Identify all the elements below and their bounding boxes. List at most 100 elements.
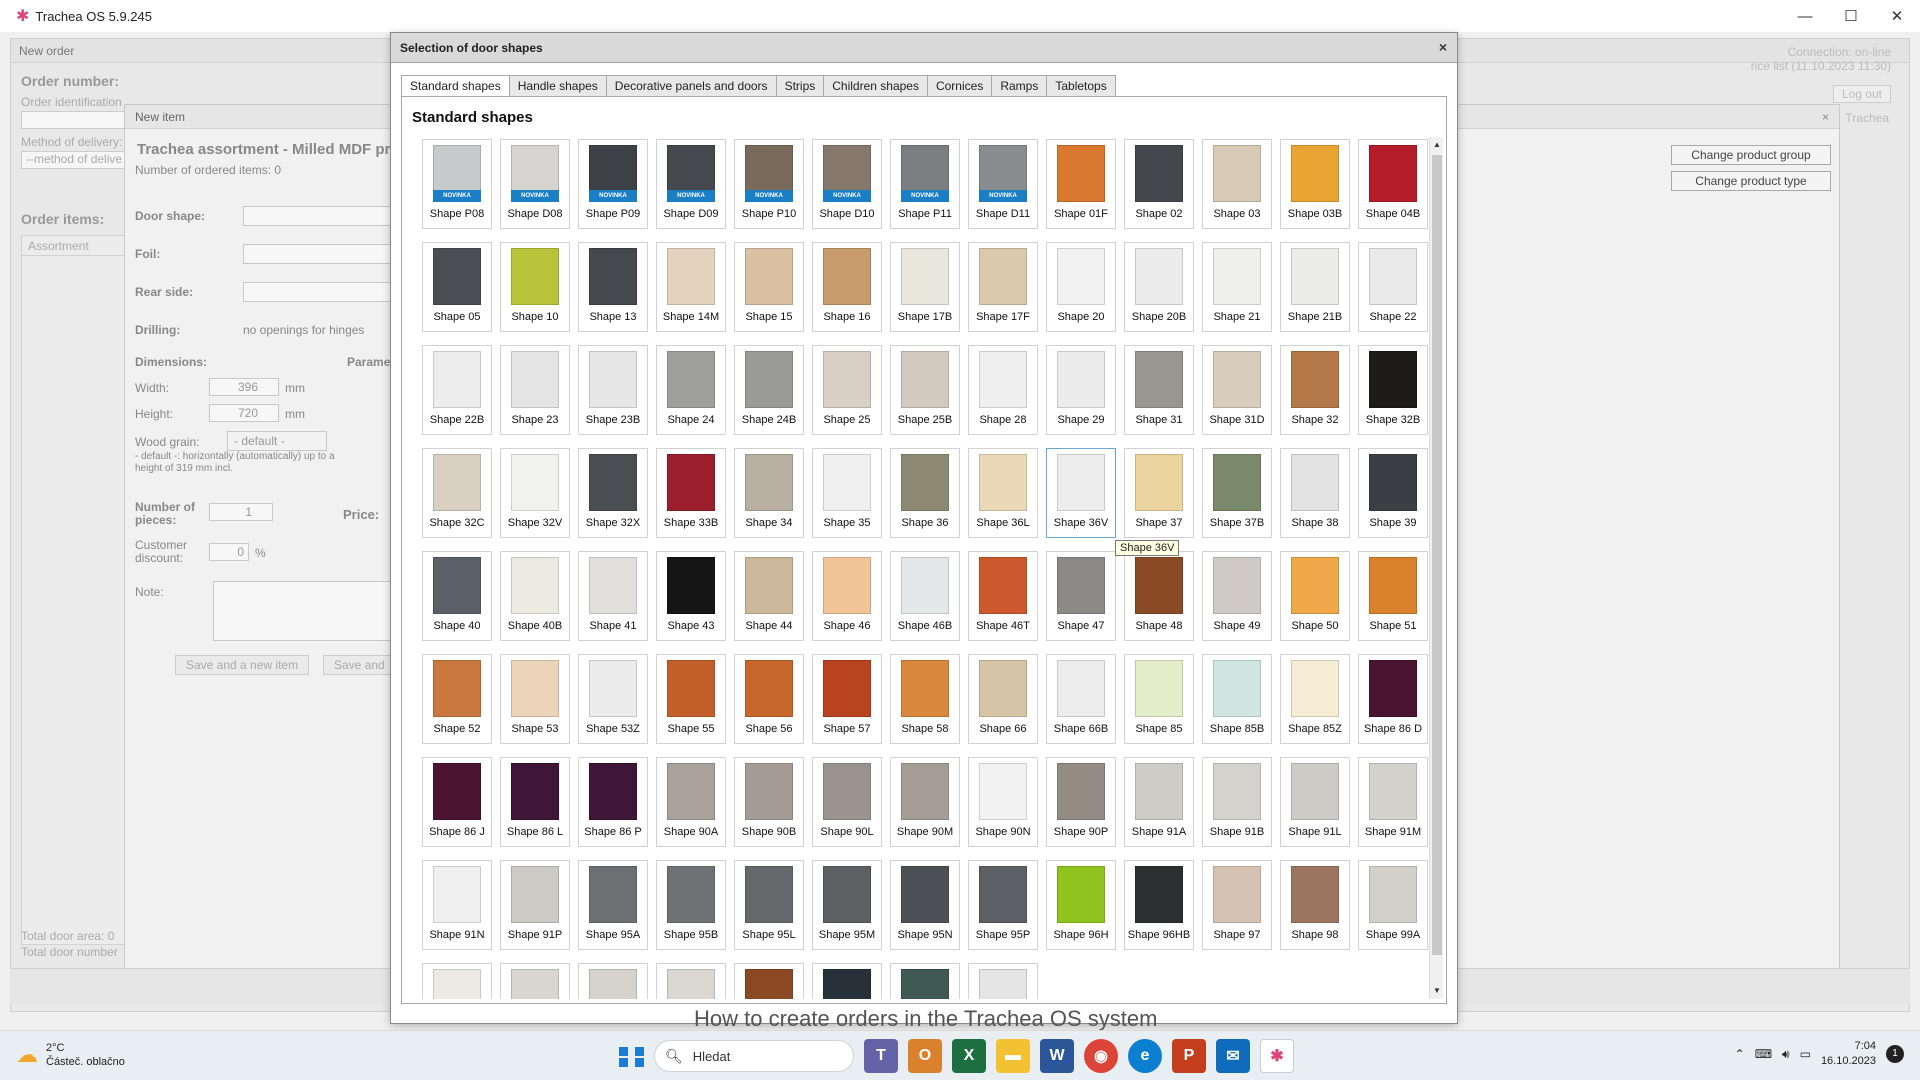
pieces-spinner[interactable]: 1 [209,503,273,521]
shape-tile[interactable]: Shape 66 [968,654,1038,744]
shape-tile[interactable]: Shape 46B [890,551,960,641]
shape-tile[interactable]: Shape 90P [1046,757,1116,847]
shape-tile[interactable]: Shape 91L [1280,757,1350,847]
shape-tile[interactable]: Shape 03B [1280,139,1350,229]
shape-tile[interactable]: Shape 99A [1358,860,1428,950]
shape-tile[interactable]: Shape 56 [734,654,804,744]
tab-handle-shapes[interactable]: Handle shapes [508,75,607,97]
teams-icon[interactable]: T [864,1039,898,1073]
shape-tile[interactable] [500,963,570,999]
shape-tile[interactable]: Shape 52 [422,654,492,744]
network-icon[interactable]: ⌨ [1755,1047,1772,1061]
powerpoint-icon[interactable]: P [1172,1039,1206,1073]
shape-tile[interactable]: Shape 28 [968,345,1038,435]
word-icon[interactable]: W [1040,1039,1074,1073]
width-spinner[interactable]: 396 [209,378,279,396]
shape-tile[interactable]: Shape 58 [890,654,960,744]
shape-tile[interactable]: Shape 32C [422,448,492,538]
shape-tile[interactable]: Shape 86 D [1358,654,1428,744]
shape-tile[interactable]: Shape 21 [1202,242,1272,332]
shape-tile[interactable]: NOVINKA Shape P11 [890,139,960,229]
shape-tile[interactable] [812,963,882,999]
shape-tile[interactable]: Shape 36V [1046,448,1116,538]
shape-tile[interactable]: Shape 17F [968,242,1038,332]
shape-tile[interactable] [890,963,960,999]
shape-tile[interactable]: Shape 90N [968,757,1038,847]
shape-tile[interactable]: Shape 05 [422,242,492,332]
shape-tile[interactable] [578,963,648,999]
shape-tile[interactable]: Shape 91A [1124,757,1194,847]
shape-tile[interactable]: Shape 13 [578,242,648,332]
shape-tile[interactable]: Shape 51 [1358,551,1428,641]
order-identification-input[interactable] [21,111,129,129]
trachea-link[interactable]: Trachea [1845,111,1889,125]
shape-tile[interactable]: Shape 22 [1358,242,1428,332]
shape-tile[interactable]: Shape 20B [1124,242,1194,332]
shape-tile[interactable]: Shape 86 J [422,757,492,847]
shape-tile[interactable]: Shape 25B [890,345,960,435]
shape-tile[interactable]: Shape 57 [812,654,882,744]
shape-tile[interactable]: Shape 53Z [578,654,648,744]
shape-tile[interactable]: Shape 24B [734,345,804,435]
shape-tile[interactable]: Shape 10 [500,242,570,332]
shape-tile[interactable]: NOVINKA Shape D08 [500,139,570,229]
change-product-group-button[interactable]: Change product group [1671,145,1831,165]
shape-tile[interactable]: Shape 03 [1202,139,1272,229]
shape-tile[interactable]: Shape 96HB [1124,860,1194,950]
shape-tile[interactable]: Shape 98 [1280,860,1350,950]
note-textarea[interactable] [213,581,393,641]
shape-tile[interactable] [656,963,726,999]
shape-tile[interactable]: Shape 48 [1124,551,1194,641]
shape-tile[interactable]: Shape 85 [1124,654,1194,744]
height-spinner[interactable]: 720 [209,404,279,422]
shape-tile[interactable]: Shape 32B [1358,345,1428,435]
shape-tile[interactable]: NOVINKA Shape D10 [812,139,882,229]
shape-tile[interactable]: Shape 40B [500,551,570,641]
shape-tile[interactable]: Shape 25 [812,345,882,435]
shape-tile[interactable]: Shape 29 [1046,345,1116,435]
shape-tile[interactable]: Shape 02 [1124,139,1194,229]
shape-tile[interactable]: Shape 34 [734,448,804,538]
shape-tile[interactable]: Shape 91M [1358,757,1428,847]
battery-icon[interactable]: ▭ [1800,1047,1811,1061]
wood-grain-select[interactable]: - default - [227,431,327,451]
save-and-new-item-button[interactable]: Save and a new item [175,655,310,675]
outlook-icon[interactable]: O [908,1039,942,1073]
maximize-button[interactable]: ☐ [1828,0,1874,32]
shape-tile[interactable]: NOVINKA Shape P09 [578,139,648,229]
shape-tile[interactable]: Shape 86 L [500,757,570,847]
volume-icon[interactable]: 🔊︎ [1782,1047,1790,1062]
shape-tile[interactable]: Shape 14M [656,242,726,332]
shape-tile[interactable]: Shape 37B [1202,448,1272,538]
shape-tile[interactable]: Shape 17B [890,242,960,332]
shape-tile[interactable]: NOVINKA Shape D11 [968,139,1038,229]
tab-strips[interactable]: Strips [775,75,825,97]
shape-tile[interactable]: Shape 97 [1202,860,1272,950]
door-shape-input[interactable] [243,206,393,226]
shape-tile[interactable]: Shape 41 [578,551,648,641]
tab-decorative-panels-and-doors[interactable]: Decorative panels and doors [605,75,777,97]
save-and-button[interactable]: Save and [323,655,396,675]
change-product-type-button[interactable]: Change product type [1671,171,1831,191]
shape-tile[interactable]: Shape 86 P [578,757,648,847]
start-button[interactable] [612,1040,644,1072]
shape-tile[interactable]: Shape 33B [656,448,726,538]
shape-tile[interactable]: NOVINKA Shape P10 [734,139,804,229]
shape-tile[interactable]: NOVINKA Shape D09 [656,139,726,229]
shape-tile[interactable]: Shape 95A [578,860,648,950]
trachea-taskbar-icon[interactable]: ✱ [1260,1039,1294,1073]
assortment-column-header[interactable]: Assortment [22,236,132,256]
shape-tile[interactable]: Shape 85Z [1280,654,1350,744]
shape-tile[interactable]: Shape 16 [812,242,882,332]
shape-tile[interactable]: Shape 01F [1046,139,1116,229]
shape-tile[interactable]: Shape 91B [1202,757,1272,847]
shape-tile[interactable]: Shape 66B [1046,654,1116,744]
shape-tile[interactable]: Shape 49 [1202,551,1272,641]
shape-tile[interactable]: Shape 23 [500,345,570,435]
file-explorer-icon[interactable]: ▬ [996,1039,1030,1073]
shape-tile[interactable]: Shape 24 [656,345,726,435]
shape-tile[interactable]: Shape 31 [1124,345,1194,435]
shape-tile[interactable] [968,963,1038,999]
weather-widget[interactable]: ☁ 2°C Částeč. oblačno [16,1041,125,1069]
mail-icon[interactable]: ✉ [1216,1039,1250,1073]
